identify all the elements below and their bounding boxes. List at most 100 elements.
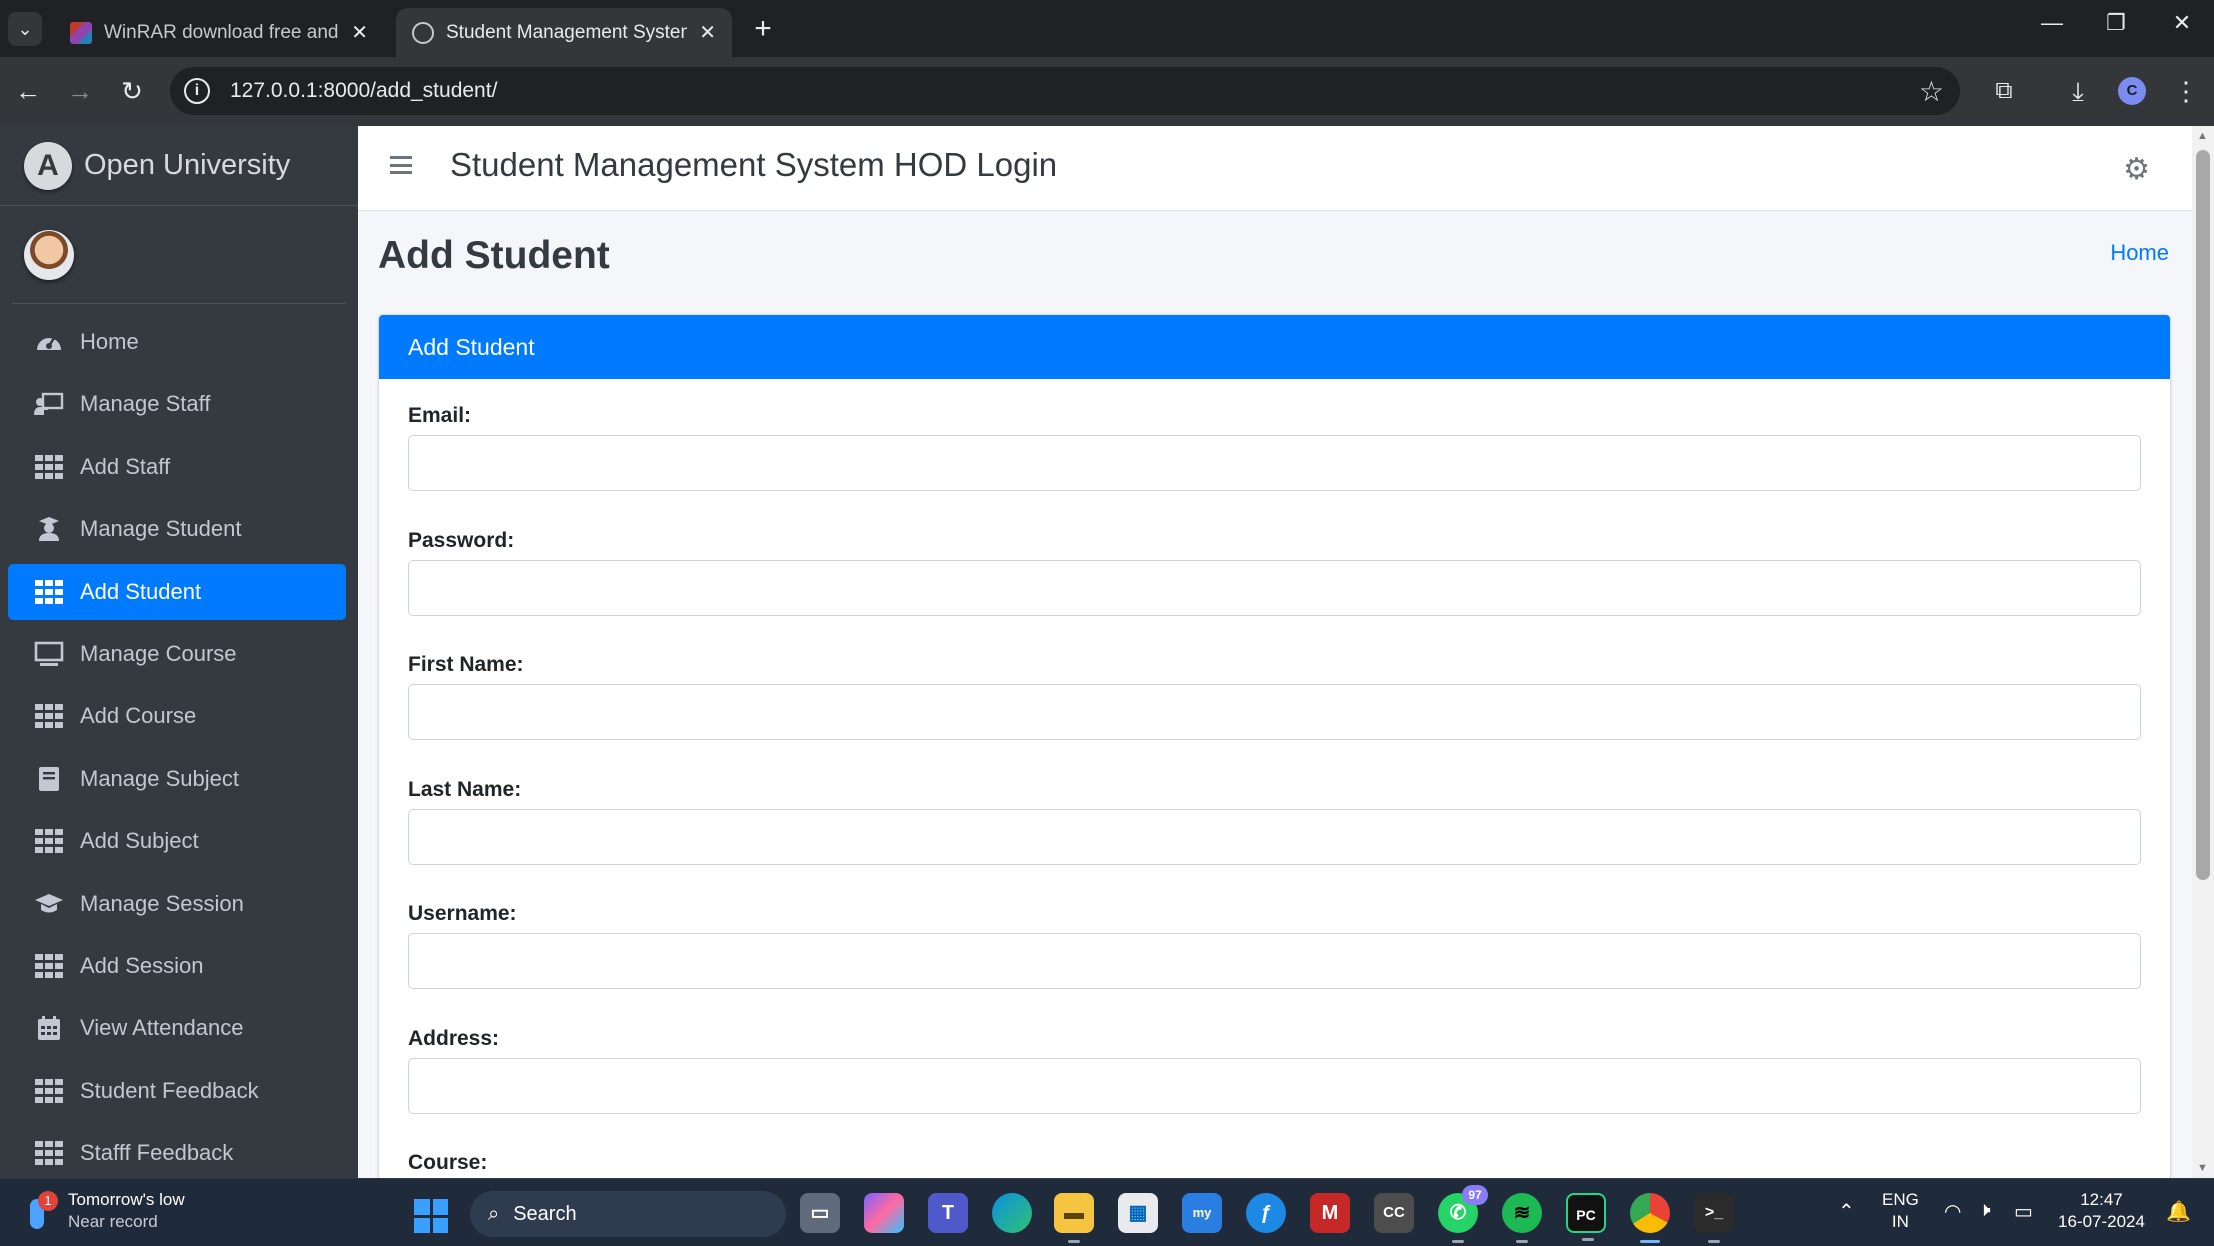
gear-icon[interactable]: ⚙ (2123, 152, 2150, 187)
mcafee-shield-icon[interactable]: M (1310, 1193, 1350, 1233)
edge-icon[interactable] (992, 1193, 1032, 1233)
reload-icon[interactable]: ↻ (114, 75, 150, 107)
sidebar-item-label: Manage Staff (80, 391, 211, 417)
address-field[interactable] (408, 1057, 2141, 1114)
back-arrow-icon[interactable]: ← (10, 75, 46, 107)
chalkboard-teacher-icon (34, 391, 64, 417)
pycharm-icon[interactable]: PC (1566, 1193, 1606, 1241)
sidebar-item-add-student[interactable]: Add Student (8, 563, 346, 620)
notification-bell-icon[interactable]: 🔔 (2166, 1199, 2191, 1224)
whatsapp-icon[interactable]: ✆ 97 (1438, 1185, 1488, 1243)
profile-avatar[interactable]: C (2118, 77, 2146, 105)
scroll-up-icon[interactable]: ▲ (2197, 130, 2208, 142)
book-icon (34, 766, 64, 792)
last-name-group: Last Name: (408, 771, 2141, 896)
course-label: Course: (408, 1151, 488, 1174)
teams-icon[interactable]: T (928, 1193, 968, 1233)
speaker-muted-icon[interactable]: 🕨 (1978, 1199, 1991, 1222)
last-name-field[interactable] (408, 808, 2141, 865)
sidebar-item-label: Manage Student (80, 516, 242, 542)
username-group: Username: (408, 895, 2141, 1020)
clock[interactable]: 12:47 16-07-2024 (2058, 1189, 2145, 1233)
first-name-group: First Name: (408, 646, 2141, 771)
brand-link[interactable]: A Open University (0, 126, 358, 206)
minimize-button[interactable]: — (2032, 10, 2072, 36)
sidebar-item-label: Add Course (80, 703, 197, 729)
browser-toolbar: ← → ↻ i 127.0.0.1:8000/add_student/ ☆ ⧉ … (0, 57, 2214, 126)
sidebar-item-student-feedback[interactable]: Student Feedback (8, 1063, 346, 1119)
email-field[interactable] (408, 435, 2141, 491)
weather-badge: 1 (38, 1191, 58, 1211)
whatsapp-badge: 97 (1462, 1185, 1488, 1205)
close-tab-icon[interactable]: ✕ (699, 20, 716, 45)
mysql-workbench-icon[interactable]: my (1182, 1193, 1222, 1233)
tab-search-button[interactable]: ⌄ (8, 12, 42, 46)
python-idle-icon[interactable]: ƒ (1246, 1193, 1286, 1233)
task-view-icon[interactable]: ▭ (800, 1193, 840, 1233)
new-tab-button[interactable]: + (746, 12, 780, 46)
first-name-field[interactable] (408, 684, 2141, 740)
clock-time: 12:47 (2080, 1190, 2123, 1209)
spotify-icon[interactable]: ≋ (1502, 1193, 1542, 1243)
monitor-icon (34, 641, 64, 667)
windows-start-icon[interactable] (414, 1199, 448, 1233)
sidebar-item-stafff-feedback[interactable]: Stafff Feedback (8, 1125, 346, 1178)
username-field[interactable] (408, 933, 2141, 989)
sidebar-item-home[interactable]: Home (8, 314, 346, 370)
sidebar-item-add-course[interactable]: Add Course (8, 688, 346, 744)
sidebar-item-manage-session[interactable]: Manage Session (8, 876, 346, 932)
avatar[interactable] (24, 229, 74, 280)
scroll-down-icon[interactable]: ▼ (2197, 1162, 2208, 1174)
sidebar-item-add-subject[interactable]: Add Subject (8, 813, 346, 869)
url-text[interactable]: 127.0.0.1:8000/add_student/ (230, 79, 497, 103)
password-label: Password: (408, 528, 515, 552)
language-indicator[interactable]: ENG IN (1882, 1189, 1919, 1233)
sidebar-item-manage-course[interactable]: Manage Course (8, 626, 346, 682)
password-field[interactable] (408, 559, 2141, 616)
dashboard-icon (34, 329, 64, 355)
address-bar[interactable]: i 127.0.0.1:8000/add_student/ ☆ (170, 67, 1960, 115)
close-tab-icon[interactable]: ✕ (351, 20, 368, 45)
bookmark-star-icon[interactable]: ☆ (1919, 75, 1944, 108)
add-student-form: Email: Password: First Name: Last Name: … (379, 379, 2170, 1195)
sidebar-item-add-session[interactable]: Add Session (8, 938, 346, 994)
close-window-button[interactable]: ✕ (2162, 10, 2202, 36)
browser-menu-icon[interactable]: ⋮ (2168, 75, 2204, 107)
page-scrollbar[interactable]: ▲ ▼ (2192, 126, 2214, 1178)
sidebar-item-label: Manage Session (80, 890, 244, 916)
weather-widget[interactable]: 1 Tomorrow's low Near record (24, 1189, 185, 1233)
breadcrumb-home-link[interactable]: Home (2110, 240, 2169, 266)
grid-icon (34, 1078, 64, 1104)
browser-tab-winrar[interactable]: WinRAR download free and support ✕ (54, 8, 384, 57)
sidebar-item-manage-student[interactable]: Manage Student (8, 501, 346, 557)
wifi-icon[interactable]: ◠ (1944, 1199, 1961, 1224)
browser-tab-sms[interactable]: Student Management System | ✕ (396, 8, 732, 57)
globe-favicon-icon (412, 21, 434, 44)
copilot-icon[interactable] (864, 1193, 904, 1233)
sidebar-item-label: Manage Course (80, 640, 237, 666)
chevron-up-icon[interactable]: ⌃ (1838, 1199, 1855, 1224)
sidebar-item-label: Add Staff (80, 453, 171, 479)
windows-taskbar: 1 Tomorrow's low Near record ⌕ Search ▭ … (0, 1178, 2214, 1246)
scrollbar-thumb[interactable] (2196, 150, 2210, 880)
battery-icon[interactable]: ▭ (2014, 1199, 2033, 1224)
site-info-icon[interactable]: i (184, 78, 210, 104)
sidebar-item-add-staff[interactable]: Add Staff (8, 439, 346, 495)
extensions-icon[interactable]: ⧉ (1986, 75, 2022, 107)
terminal-icon[interactable]: >_ (1694, 1193, 1734, 1243)
download-icon[interactable]: ⤓ (2060, 75, 2096, 107)
forward-arrow-icon[interactable]: → (62, 75, 98, 107)
sidebar-item-manage-staff[interactable]: Manage Staff (8, 376, 346, 432)
tab-title: WinRAR download free and support (104, 21, 339, 43)
sidebar-item-manage-subject[interactable]: Manage Subject (8, 751, 346, 807)
closed-captions-icon[interactable]: CC (1374, 1193, 1414, 1233)
microsoft-store-icon[interactable]: ▦ (1118, 1193, 1158, 1233)
sidebar-item-view-attendance[interactable]: View Attendance (8, 1000, 346, 1056)
brand-logo-icon: A (24, 141, 72, 190)
restore-button[interactable]: ❐ (2096, 10, 2136, 36)
file-explorer-icon[interactable]: ▬ (1054, 1193, 1094, 1243)
search-label: Search (513, 1202, 577, 1225)
hamburger-menu-icon[interactable] (390, 156, 412, 174)
chrome-icon[interactable] (1630, 1193, 1670, 1243)
taskbar-search[interactable]: ⌕ Search (470, 1191, 786, 1237)
